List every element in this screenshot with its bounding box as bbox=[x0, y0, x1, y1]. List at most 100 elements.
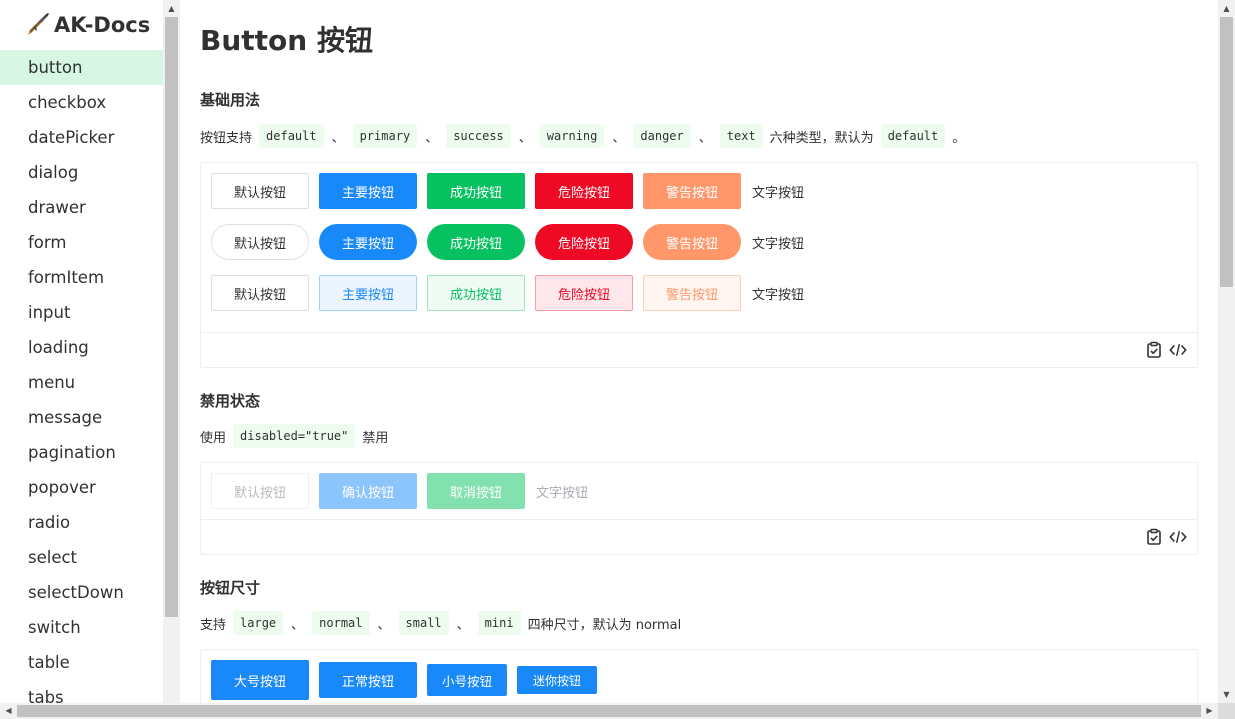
round-danger-button[interactable]: 危险按钮 bbox=[535, 224, 633, 260]
demo-toolbar bbox=[201, 332, 1197, 367]
sidebar-item-message[interactable]: message bbox=[0, 400, 163, 435]
clipboard-check-icon[interactable] bbox=[1145, 528, 1163, 546]
disabled-description: 使用 disabled="true" 禁用 bbox=[200, 424, 1218, 448]
scroll-up-icon[interactable]: ▲ bbox=[1218, 0, 1235, 17]
separator: 、 bbox=[456, 617, 470, 633]
demo-block-sizes: 大号按钮 正常按钮 小号按钮 迷你按钮 bbox=[200, 649, 1198, 703]
code-primary: primary bbox=[352, 124, 418, 148]
code-default: default bbox=[259, 124, 324, 148]
logo[interactable]: AK-Docs bbox=[0, 0, 163, 50]
sidebar-item-tabs[interactable]: tabs bbox=[0, 680, 163, 703]
sidebar-item-loading[interactable]: loading bbox=[0, 330, 163, 365]
round-success-button[interactable]: 成功按钮 bbox=[427, 224, 525, 260]
separator: 、 bbox=[612, 130, 626, 146]
sidebar-item-dialog[interactable]: dialog bbox=[0, 155, 163, 190]
separator: 、 bbox=[518, 130, 532, 146]
disabled-text-button[interactable]: 文字按钮 bbox=[535, 473, 589, 509]
normal-button[interactable]: 正常按钮 bbox=[319, 662, 417, 698]
button-row-plain: 默认按钮 主要按钮 成功按钮 危险按钮 警告按钮 文字按钮 bbox=[211, 275, 1187, 311]
button-row-disabled: 默认按钮 确认按钮 取消按钮 文字按钮 bbox=[211, 473, 1187, 509]
main-content: Button 按钮 基础用法 按钮支持 default 、 primary 、 … bbox=[180, 0, 1218, 703]
plain-default-button[interactable]: 默认按钮 bbox=[211, 275, 309, 311]
scroll-down-icon[interactable]: ▼ bbox=[1218, 686, 1235, 703]
sidebar-item-select[interactable]: select bbox=[0, 540, 163, 575]
demo-body: 大号按钮 正常按钮 小号按钮 迷你按钮 bbox=[201, 650, 1197, 703]
demo-body: 默认按钮 主要按钮 成功按钮 危险按钮 警告按钮 文字按钮 默认按钮 主要按钮 … bbox=[201, 163, 1197, 332]
mini-button[interactable]: 迷你按钮 bbox=[517, 666, 597, 694]
code-default-value: default bbox=[880, 124, 946, 148]
page-scrollbar-thumb[interactable] bbox=[1220, 17, 1233, 287]
scroll-left-icon[interactable]: ◀ bbox=[0, 703, 17, 719]
primary-button[interactable]: 主要按钮 bbox=[319, 173, 417, 209]
horizontal-scrollbar-thumb[interactable] bbox=[17, 705, 1201, 717]
default-button[interactable]: 默认按钮 bbox=[211, 173, 309, 209]
separator: 、 bbox=[425, 130, 439, 146]
desc-text: 使用 bbox=[200, 430, 227, 446]
sidebar-item-pagination[interactable]: pagination bbox=[0, 435, 163, 470]
sidebar-item-selectdown[interactable]: selectDown bbox=[0, 575, 163, 610]
desc-text: 。 bbox=[952, 130, 966, 146]
demo-block-basic: 默认按钮 主要按钮 成功按钮 危险按钮 警告按钮 文字按钮 默认按钮 主要按钮 … bbox=[200, 162, 1198, 368]
sidebar-item-table[interactable]: table bbox=[0, 645, 163, 680]
sidebar-item-checkbox[interactable]: checkbox bbox=[0, 85, 163, 120]
demo-toolbar bbox=[201, 519, 1197, 554]
section-title-basic: 基础用法 bbox=[200, 91, 261, 109]
demo-block-disabled: 默认按钮 确认按钮 取消按钮 文字按钮 bbox=[200, 462, 1198, 555]
section-title-sizes: 按钮尺寸 bbox=[200, 579, 261, 597]
plain-primary-button[interactable]: 主要按钮 bbox=[319, 275, 417, 311]
sidebar-scrollbar-thumb[interactable] bbox=[165, 17, 178, 617]
desc-text: 按钮支持 bbox=[200, 130, 253, 146]
code-icon[interactable] bbox=[1169, 341, 1187, 359]
sidebar-item-form[interactable]: form bbox=[0, 225, 163, 260]
code-icon[interactable] bbox=[1169, 528, 1187, 546]
sidebar-item-button[interactable]: button bbox=[0, 50, 163, 85]
disabled-cancel-button[interactable]: 取消按钮 bbox=[427, 473, 525, 509]
code-success: success bbox=[446, 124, 511, 148]
demo-body: 默认按钮 确认按钮 取消按钮 文字按钮 bbox=[201, 463, 1197, 519]
rifle-icon bbox=[27, 13, 49, 35]
desc-text: 四种尺寸，默认为 normal bbox=[527, 617, 682, 633]
sidebar-item-radio[interactable]: radio bbox=[0, 505, 163, 540]
plain-text-button[interactable]: 文字按钮 bbox=[751, 275, 805, 311]
disabled-confirm-button[interactable]: 确认按钮 bbox=[319, 473, 417, 509]
text-button[interactable]: 文字按钮 bbox=[751, 173, 805, 209]
code-normal: normal bbox=[312, 611, 370, 635]
desc-text: 六种类型，默认为 bbox=[769, 130, 874, 146]
sidebar-item-popover[interactable]: popover bbox=[0, 470, 163, 505]
sidebar: AK-Docs button checkbox datePicker dialo… bbox=[0, 0, 163, 703]
sidebar-item-datepicker[interactable]: datePicker bbox=[0, 120, 163, 155]
round-default-button[interactable]: 默认按钮 bbox=[211, 224, 309, 260]
scrollbar-corner bbox=[1218, 703, 1235, 719]
round-text-button[interactable]: 文字按钮 bbox=[751, 224, 805, 260]
sidebar-scroll-up-icon[interactable]: ▲ bbox=[163, 0, 180, 17]
plain-warning-button[interactable]: 警告按钮 bbox=[643, 275, 741, 311]
clipboard-check-icon[interactable] bbox=[1145, 341, 1163, 359]
sidebar-item-input[interactable]: input bbox=[0, 295, 163, 330]
separator: 、 bbox=[698, 130, 712, 146]
sidebar-item-menu[interactable]: menu bbox=[0, 365, 163, 400]
plain-danger-button[interactable]: 危险按钮 bbox=[535, 275, 633, 311]
disabled-default-button[interactable]: 默认按钮 bbox=[211, 473, 309, 509]
large-button[interactable]: 大号按钮 bbox=[211, 660, 309, 700]
plain-success-button[interactable]: 成功按钮 bbox=[427, 275, 525, 311]
basic-description: 按钮支持 default 、 primary 、 success 、 warni… bbox=[200, 124, 1218, 148]
separator: 、 bbox=[331, 130, 345, 146]
success-button[interactable]: 成功按钮 bbox=[427, 173, 525, 209]
code-mini: mini bbox=[477, 611, 521, 635]
small-button[interactable]: 小号按钮 bbox=[427, 664, 507, 696]
sidebar-item-switch[interactable]: switch bbox=[0, 610, 163, 645]
app-name: AK-Docs bbox=[54, 13, 151, 37]
round-warning-button[interactable]: 警告按钮 bbox=[643, 224, 741, 260]
warning-button[interactable]: 警告按钮 bbox=[643, 173, 741, 209]
code-small: small bbox=[398, 611, 449, 635]
danger-button[interactable]: 危险按钮 bbox=[535, 173, 633, 209]
desc-text: 禁用 bbox=[362, 430, 389, 446]
sidebar-item-drawer[interactable]: drawer bbox=[0, 190, 163, 225]
code-danger: danger bbox=[633, 124, 691, 148]
sidebar-item-formitem[interactable]: formItem bbox=[0, 260, 163, 295]
app-root: AK-Docs button checkbox datePicker dialo… bbox=[0, 0, 1235, 719]
round-primary-button[interactable]: 主要按钮 bbox=[319, 224, 417, 260]
desc-text: 支持 bbox=[200, 617, 227, 633]
scroll-right-icon[interactable]: ▶ bbox=[1201, 703, 1218, 719]
code-warning: warning bbox=[539, 124, 605, 148]
